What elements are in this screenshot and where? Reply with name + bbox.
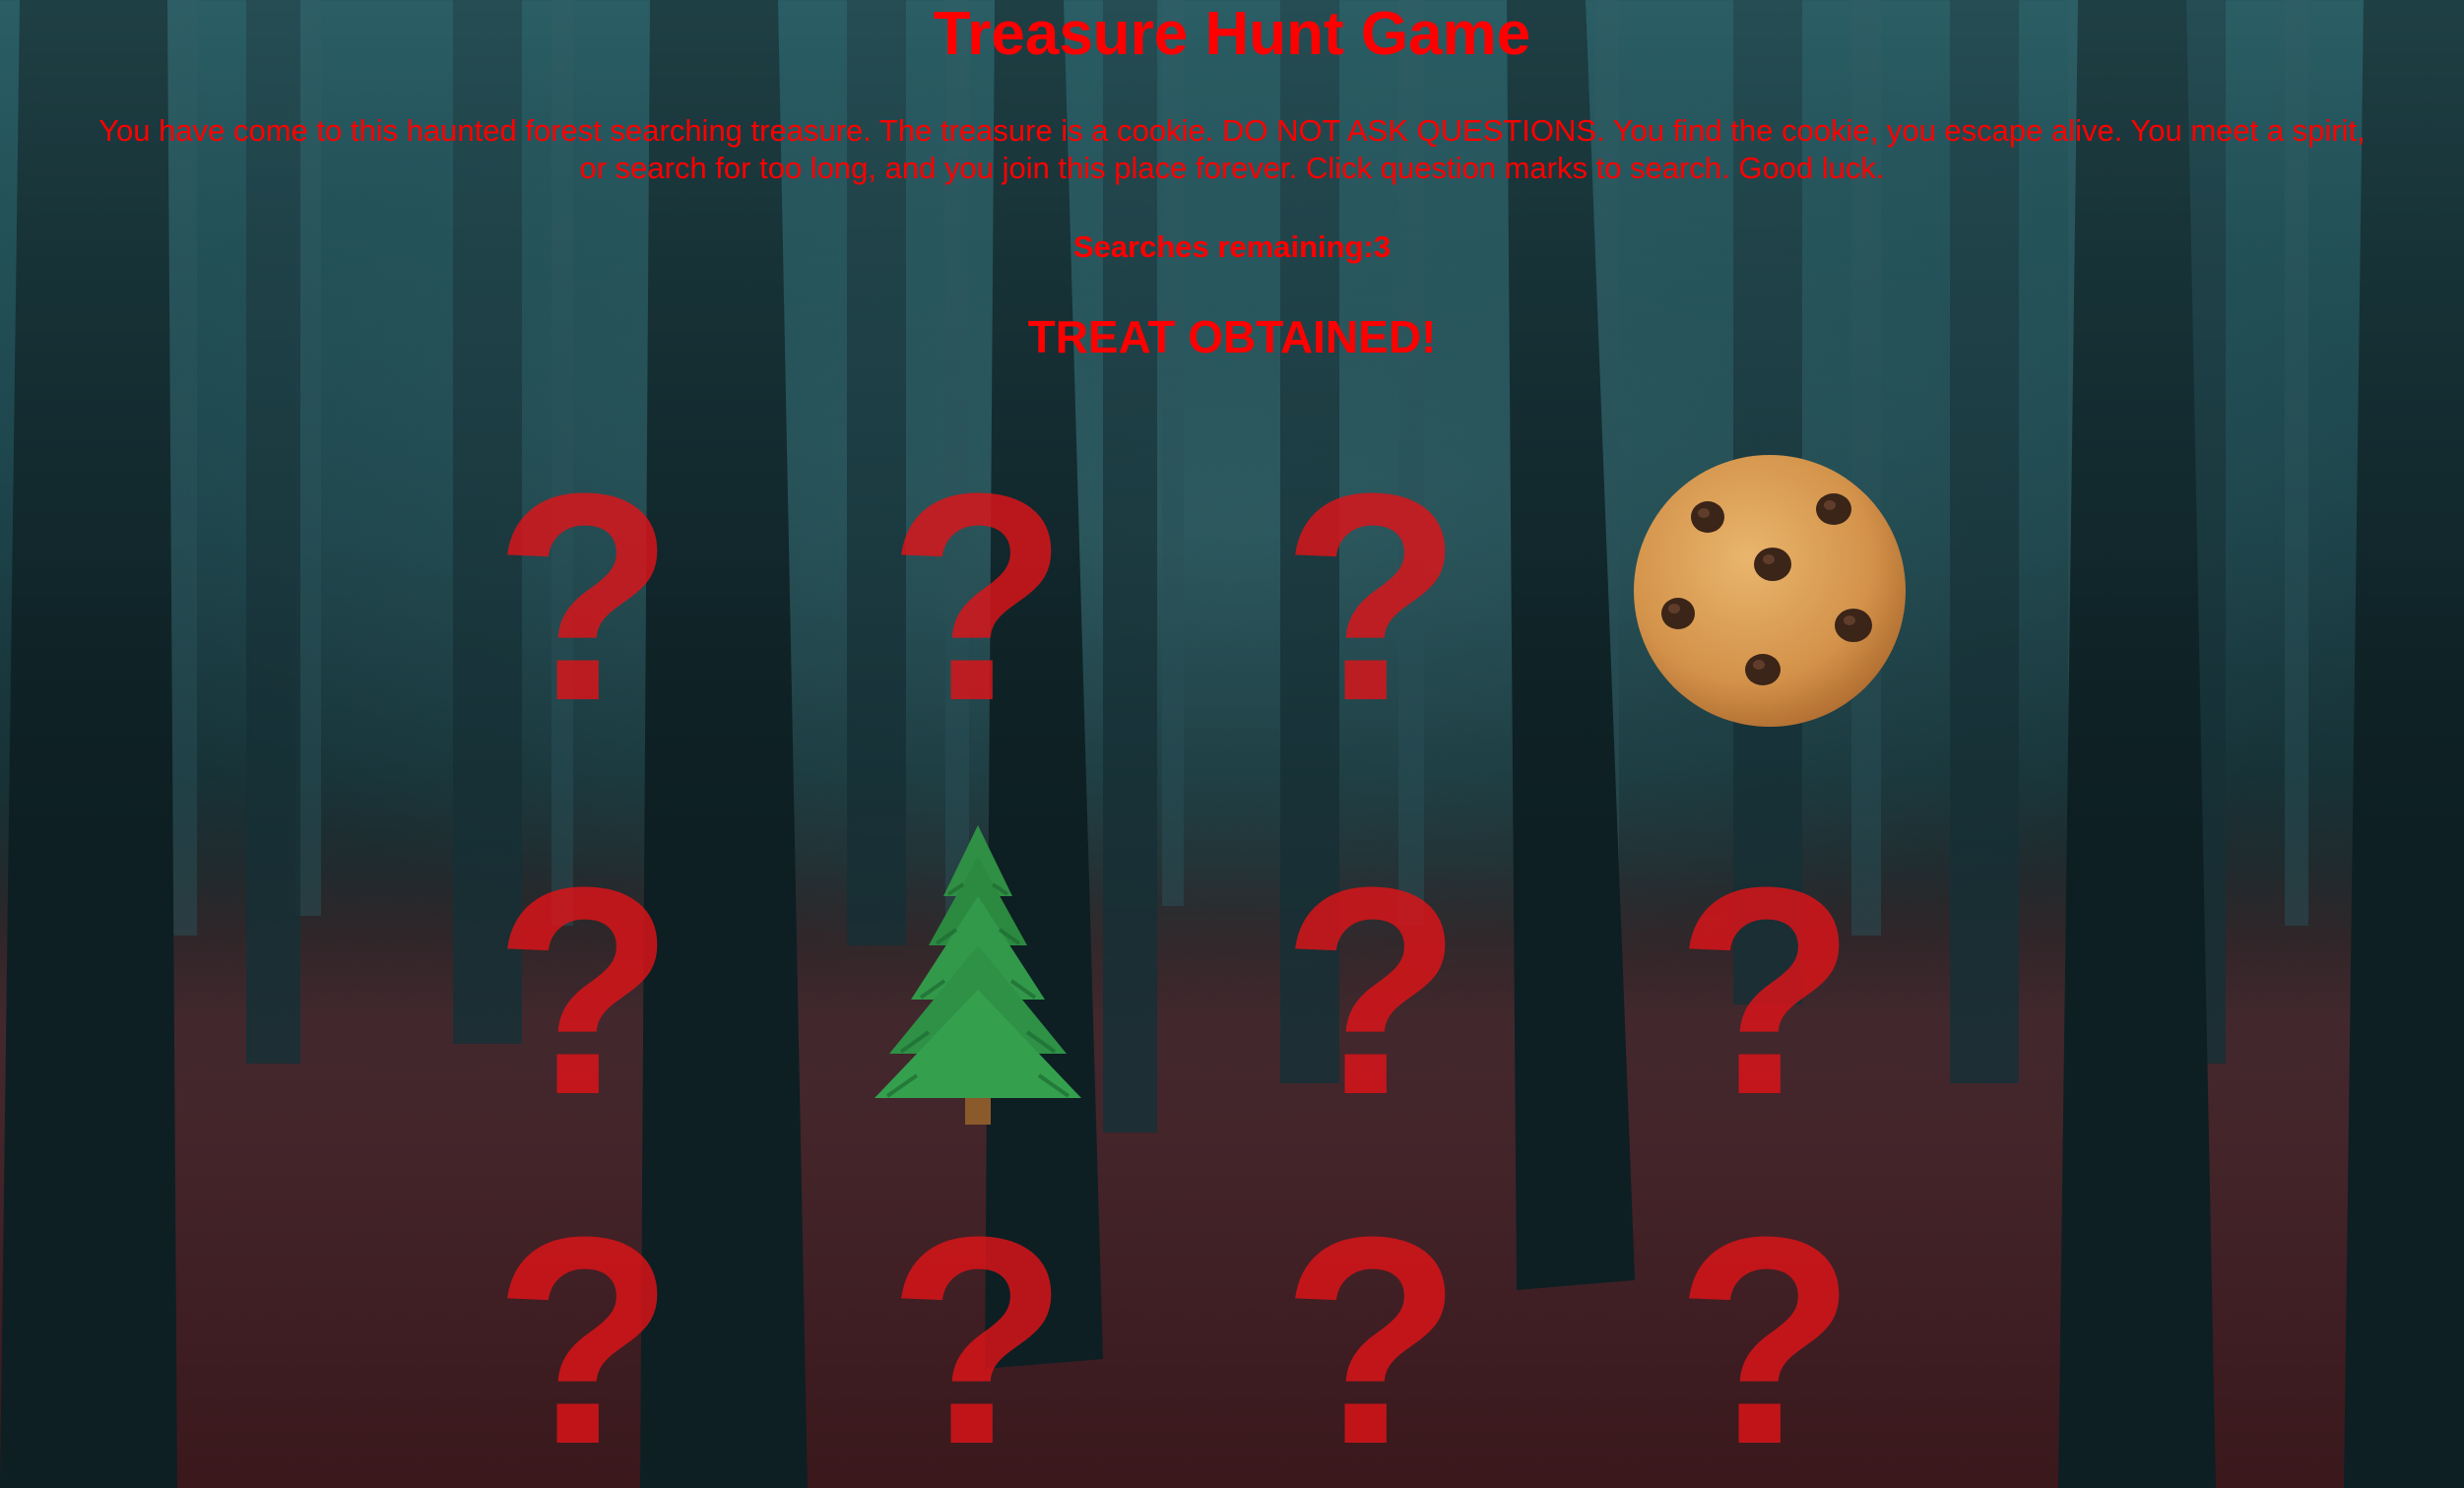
grid-cell-r2-c2 (830, 825, 1126, 1125)
question-mark-icon[interactable]: ? (1281, 843, 1461, 1138)
grid-cell-r3-c4[interactable]: ? (1618, 1193, 1913, 1488)
question-mark-icon[interactable]: ? (1675, 843, 1855, 1138)
question-mark-icon[interactable]: ? (1281, 449, 1461, 744)
grid-cell-r1-c2[interactable]: ? (830, 449, 1126, 744)
searches-count: 3 (1373, 229, 1392, 264)
searches-label: Searches remaining: (1072, 229, 1374, 264)
question-mark-icon[interactable]: ? (1675, 1193, 1855, 1488)
game-container: Treasure Hunt Game You have come to this… (0, 0, 2464, 1488)
status-message: TREAT OBTAINED! (1027, 311, 1437, 362)
grid-cell-r1-c1[interactable]: ? (436, 449, 732, 744)
cookie-icon (1634, 455, 1906, 727)
grid-cell-r3-c3[interactable]: ? (1224, 1193, 1520, 1488)
grid-cell-r3-c2[interactable]: ? (830, 1193, 1126, 1488)
grid-cell-r2-c1[interactable]: ? (436, 843, 732, 1138)
question-mark-icon[interactable]: ? (493, 843, 674, 1138)
grid-cell-r1-c3[interactable]: ? (1224, 449, 1520, 744)
intro-text: You have come to this haunted forest sea… (98, 113, 2366, 185)
question-mark-icon[interactable]: ? (493, 449, 674, 744)
grid-cell-r2-c3[interactable]: ? (1224, 843, 1520, 1138)
grid-cell-r2-c4[interactable]: ? (1618, 843, 1913, 1138)
searches-remaining: Searches remaining:3 (0, 228, 2464, 266)
question-mark-icon[interactable]: ? (1281, 1193, 1461, 1488)
question-mark-icon[interactable]: ? (887, 1193, 1068, 1488)
grid-cell-r1-c4 (1622, 443, 1917, 739)
grid-cell-r3-c1[interactable]: ? (436, 1193, 732, 1488)
question-mark-icon[interactable]: ? (493, 1193, 674, 1488)
page-title: Treasure Hunt Game (933, 0, 1531, 68)
evergreen-tree-icon (875, 825, 1081, 1125)
question-mark-icon[interactable]: ? (887, 449, 1068, 744)
